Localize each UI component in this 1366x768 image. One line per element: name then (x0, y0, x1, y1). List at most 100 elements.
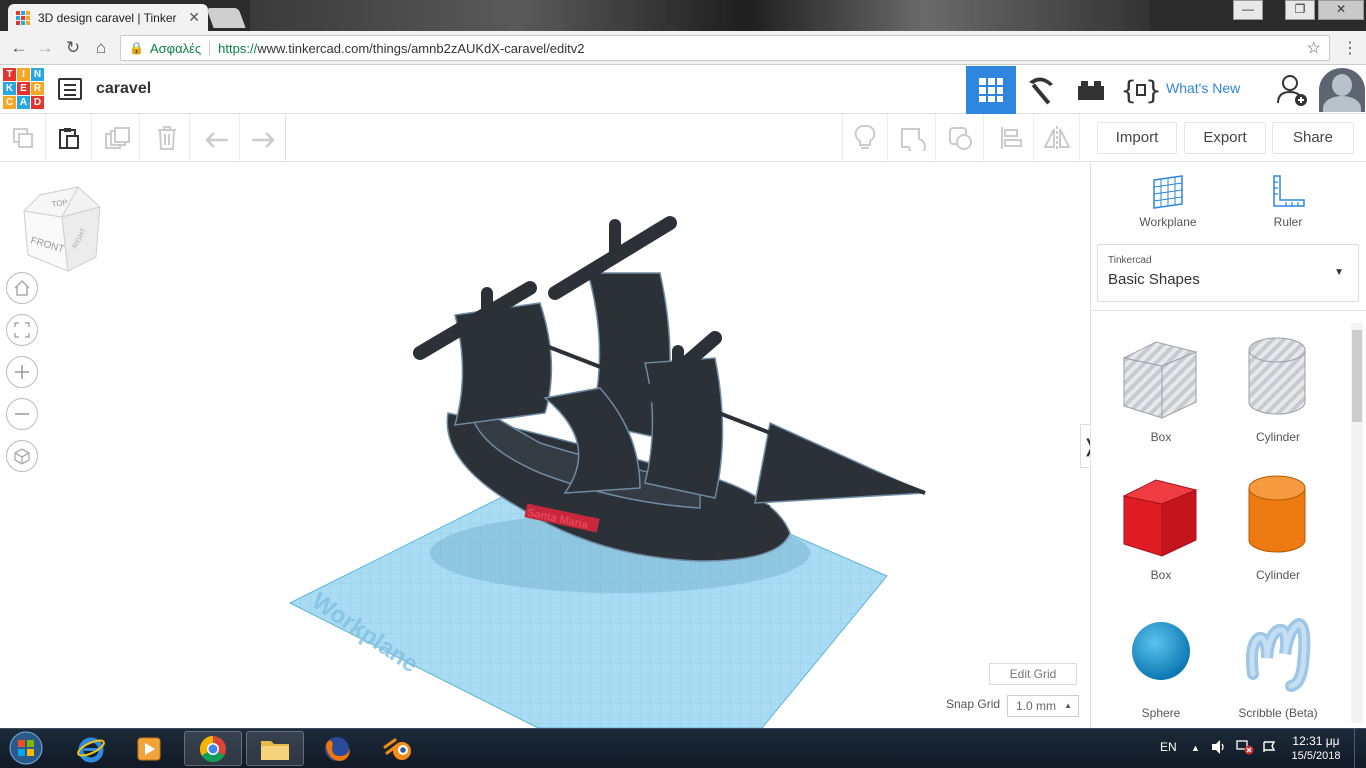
shape-name: Scribble (Beta) (1238, 706, 1318, 720)
3d-viewport[interactable]: Workplane Santa Maria TOP FRONT RIGHT (0, 163, 1090, 728)
back-button[interactable]: ← (8, 37, 30, 59)
tinkercad-logo[interactable]: TIN KER CAD (3, 68, 45, 112)
folder-icon (261, 740, 289, 760)
fit-view-button[interactable] (6, 314, 38, 346)
whats-new-link[interactable]: What's New (1166, 80, 1240, 96)
maximize-window-button[interactable]: ❐ (1285, 0, 1315, 20)
bricks-view-button[interactable] (1066, 66, 1116, 114)
duplicate-button[interactable] (94, 114, 140, 162)
windows-logo-icon (9, 731, 43, 765)
hole-shape-button[interactable] (938, 114, 984, 162)
delete-button[interactable] (144, 114, 190, 162)
user-avatar[interactable] (1319, 68, 1365, 112)
design-list-icon[interactable] (58, 78, 82, 100)
lock-icon: 🔒 (129, 41, 144, 55)
add-user-button[interactable] (1268, 66, 1316, 114)
snap-grid-label: Snap Grid (946, 697, 1001, 711)
home-view-button[interactable] (6, 272, 38, 304)
edit-grid-button[interactable]: Edit Grid (989, 663, 1077, 685)
import-button[interactable]: Import (1097, 122, 1177, 154)
codeblocks-view-button[interactable]: { } (1116, 66, 1166, 114)
browser-address-bar: ← → ↻ ⌂ 🔒 Ασφαλές https:// www.tinkercad… (0, 31, 1366, 65)
logo-letter: C (3, 96, 16, 109)
bookmark-star-icon[interactable]: ☆ (1307, 38, 1321, 58)
input-language-indicator[interactable]: EN (1160, 740, 1177, 754)
logo-letter: N (31, 68, 44, 81)
shape-cylinder-solid[interactable]: Cylinder (1223, 468, 1333, 588)
clock-time[interactable]: 12:31 μμ (1290, 734, 1342, 748)
url-protocol: https:// (218, 40, 258, 56)
new-tab-button[interactable] (206, 8, 246, 28)
share-button[interactable]: Share (1272, 122, 1354, 154)
taskbar-media-player[interactable] (120, 731, 178, 766)
shape-library-dropdown[interactable]: Tinkercad Basic Shapes ▼ (1097, 244, 1359, 302)
workplane-tool-label: Workplane (1139, 215, 1197, 229)
browser-menu-icon[interactable]: ⋮ (1340, 39, 1360, 59)
box-solid-icon (1122, 479, 1198, 557)
shape-name: Cylinder (1255, 568, 1300, 582)
taskbar-chrome[interactable] (184, 731, 242, 766)
clock-date[interactable]: 15/5/2018 (1284, 750, 1348, 762)
ruler-tool-button[interactable]: Ruler (1238, 172, 1338, 232)
export-button[interactable]: Export (1184, 122, 1266, 154)
taskbar-blender[interactable] (370, 731, 428, 766)
minecraft-view-button[interactable] (1016, 66, 1066, 114)
shape-sphere[interactable]: Sphere (1106, 606, 1216, 726)
show-hidden-button[interactable] (890, 114, 936, 162)
design-name[interactable]: caravel (96, 80, 151, 98)
shape-scribble[interactable]: Scribble (Beta) (1223, 606, 1333, 726)
chrome-icon (199, 735, 226, 762)
perspective-button[interactable] (6, 440, 38, 472)
reload-button[interactable]: ↻ (62, 37, 84, 59)
zoom-in-button[interactable] (6, 356, 38, 388)
taskbar-firefox[interactable] (308, 731, 366, 766)
copy-button[interactable] (0, 114, 46, 162)
notes-button[interactable] (842, 114, 888, 162)
network-warning-icon[interactable] (1236, 739, 1254, 760)
brick-icon (1078, 81, 1104, 100)
show-desktop-button[interactable] (1354, 729, 1366, 768)
view-cube[interactable]: TOP FRONT RIGHT (18, 185, 108, 275)
workplane-tool-button[interactable]: Workplane (1118, 172, 1218, 232)
3d-design-view-button[interactable] (966, 66, 1016, 114)
box-hole-icon (1122, 341, 1198, 419)
close-window-button[interactable]: ✕ (1318, 0, 1364, 20)
close-tab-icon[interactable]: ✕ (188, 9, 200, 26)
undo-icon (204, 132, 228, 148)
ruler-tool-label: Ruler (1273, 215, 1303, 229)
shapes-scrollbar-thumb[interactable] (1352, 330, 1362, 422)
url-input[interactable]: 🔒 Ασφαλές https:// www.tinkercad.com/thi… (120, 35, 1330, 61)
shape-name: Sphere (1141, 706, 1181, 720)
fit-all-icon (14, 322, 30, 338)
shape-box-hole[interactable]: Box (1106, 330, 1216, 450)
shape-box-solid[interactable]: Box (1106, 468, 1216, 588)
minimize-window-button[interactable]: — (1233, 0, 1263, 20)
zoom-out-button[interactable] (6, 398, 38, 430)
volume-icon[interactable] (1210, 739, 1228, 760)
library-name-label: Basic Shapes (1108, 271, 1200, 288)
undo-button[interactable] (194, 114, 240, 162)
shape-cylinder-hole[interactable]: Cylinder (1223, 330, 1333, 450)
forward-button[interactable]: → (34, 37, 56, 59)
logo-letter: K (3, 82, 16, 95)
trash-icon (157, 126, 176, 150)
taskbar-internet-explorer[interactable] (62, 731, 120, 766)
secure-label: Ασφαλές (150, 40, 211, 56)
action-center-icon[interactable] (1262, 739, 1278, 760)
browser-tab-title: 3D design caravel | Tinker (38, 10, 177, 25)
redo-button[interactable] (240, 114, 286, 162)
add-user-icon (1277, 75, 1307, 106)
taskbar-file-explorer[interactable] (246, 731, 304, 766)
scene-canvas[interactable]: Workplane Santa Maria (0, 163, 1090, 728)
show-hidden-icons-icon[interactable]: ▲ (1191, 743, 1200, 753)
align-button[interactable] (988, 114, 1034, 162)
media-player-icon (137, 737, 161, 760)
start-button[interactable] (6, 730, 46, 766)
paste-button[interactable] (46, 114, 92, 162)
ruler-icon (1273, 175, 1305, 207)
home-button[interactable]: ⌂ (90, 37, 112, 59)
browser-tab-active[interactable]: 3D design caravel | Tinker ✕ (8, 4, 208, 31)
view-cube-icon[interactable]: TOP FRONT RIGHT (18, 185, 108, 275)
mirror-button[interactable] (1034, 114, 1080, 162)
snap-grid-select[interactable]: 1.0 mm (1007, 695, 1079, 717)
